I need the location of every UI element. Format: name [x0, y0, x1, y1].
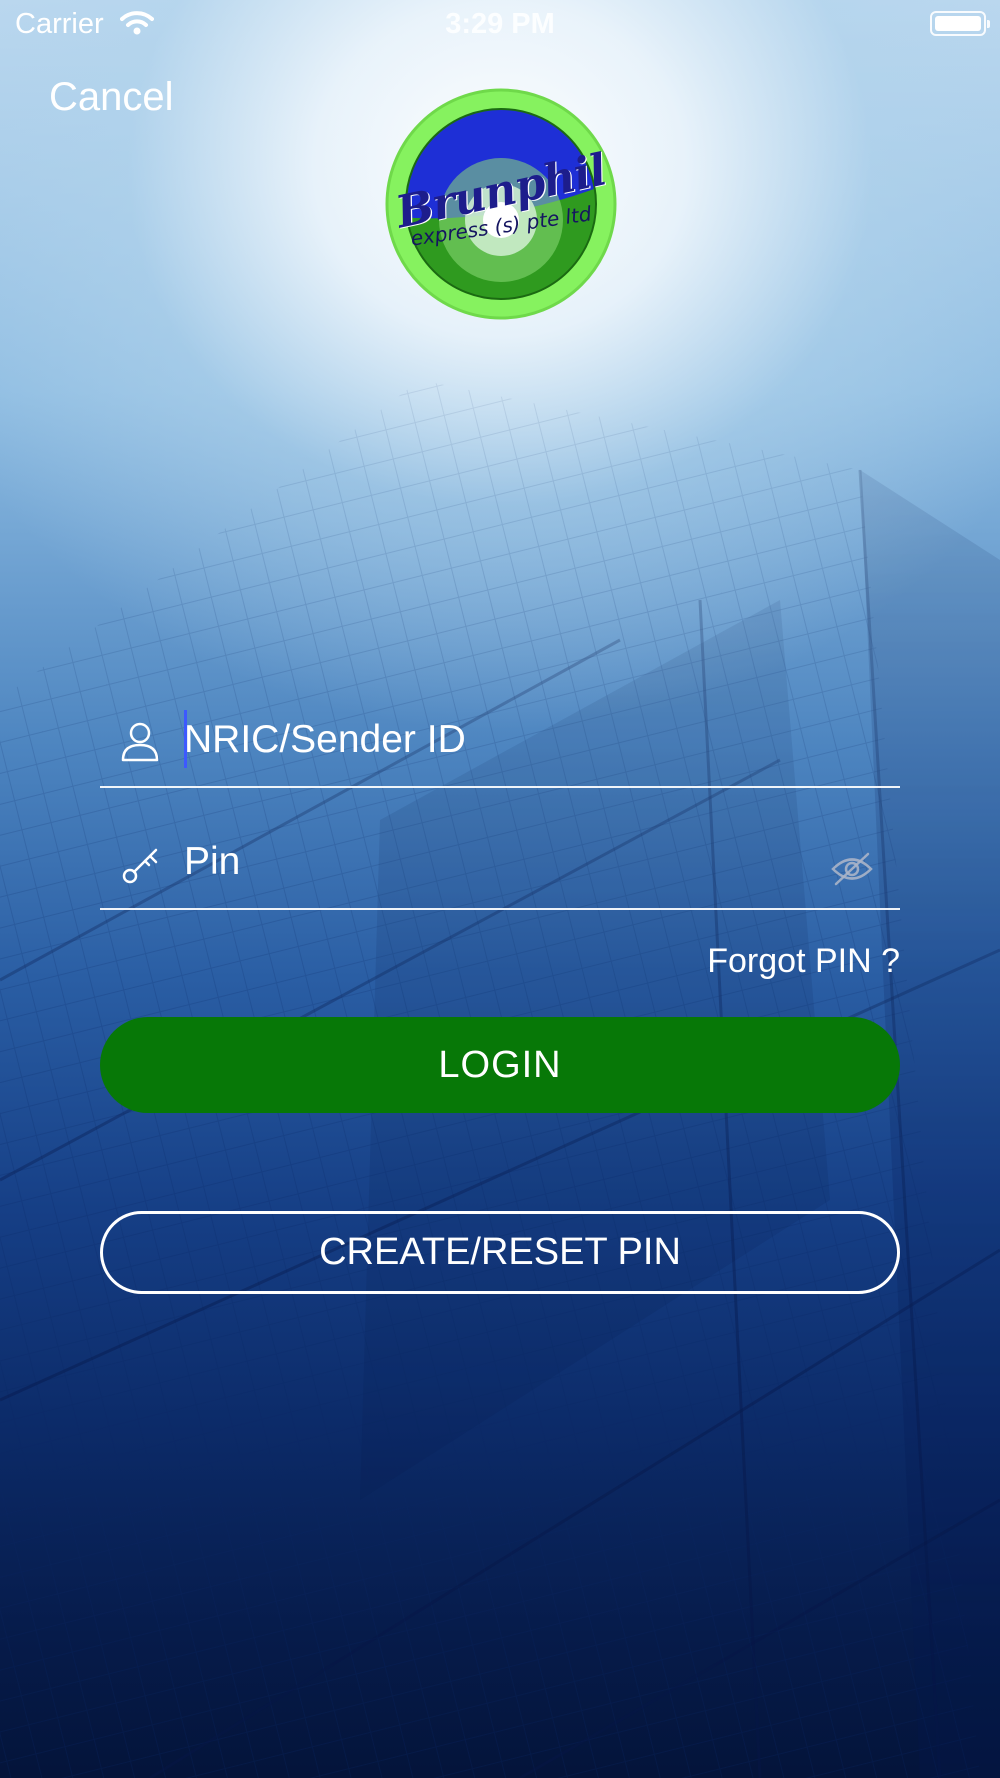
user-icon — [121, 722, 159, 762]
battery-icon — [930, 11, 990, 36]
cancel-button[interactable]: Cancel — [49, 75, 174, 120]
key-icon — [122, 848, 158, 884]
eye-off-icon[interactable] — [830, 852, 874, 886]
pin-input[interactable]: Pin — [184, 840, 240, 884]
forgot-pin-link[interactable]: Forgot PIN ? — [707, 942, 900, 981]
nric-input[interactable]: NRIC/Sender ID — [184, 718, 466, 762]
pin-field[interactable]: Pin — [100, 812, 900, 910]
login-button[interactable]: LOGIN — [100, 1017, 900, 1113]
nric-field[interactable]: NRIC/Sender ID — [100, 690, 900, 788]
company-logo: Brunphil express (s) pte ltd — [385, 88, 617, 320]
status-bar: Carrier 3:29 PM — [0, 0, 1000, 50]
status-time: 3:29 PM — [445, 8, 555, 40]
create-reset-pin-button[interactable]: CREATE/RESET PIN — [100, 1211, 900, 1294]
